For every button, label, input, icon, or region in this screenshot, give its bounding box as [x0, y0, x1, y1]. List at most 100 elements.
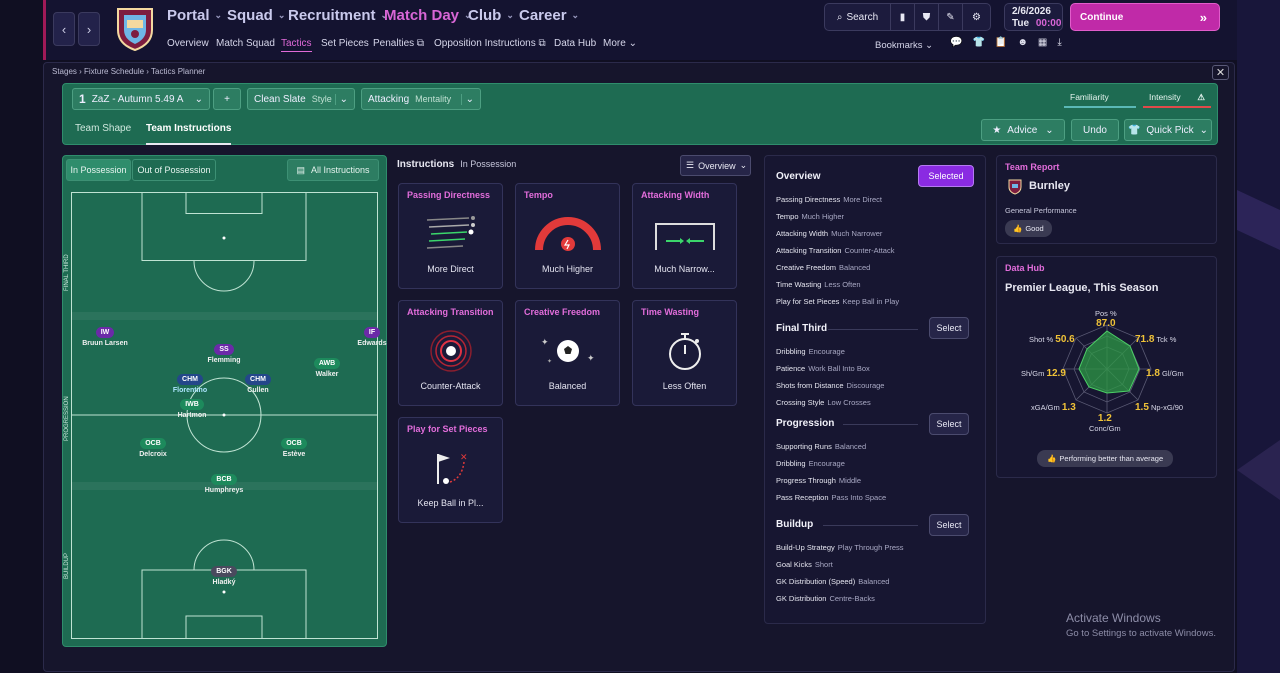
all-instructions-button[interactable]: ▤ All Instructions [287, 159, 379, 181]
overview-line: Tempo Much Higher [776, 212, 844, 221]
intensity-meter[interactable]: Intensity ⚠ [1143, 89, 1211, 108]
player-marker[interactable]: AWB Walker [292, 352, 362, 378]
ov-key: Time Wasting [776, 280, 822, 289]
nav-match-day[interactable]: Match Day ⌄ [384, 7, 472, 24]
ov-value: Play Through Press [837, 543, 904, 552]
buildup-heading: Buildup [776, 519, 814, 530]
chevron-down-icon: ⌄ [1199, 124, 1209, 136]
player-name: Edwards [357, 340, 387, 347]
subnav-match-squad[interactable]: Match Squad [216, 38, 275, 49]
subnav-overview[interactable]: Overview [167, 38, 209, 49]
bookmark-button[interactable]: ▮ [891, 4, 915, 30]
role-badge: BGK [211, 566, 237, 577]
nav-recruitment-label: Recruitment [288, 7, 376, 24]
undo-button[interactable]: Undo [1071, 119, 1119, 141]
subnav-more[interactable]: More ⌄ [603, 38, 637, 49]
player-marker[interactable]: CHM Florentino [155, 368, 225, 394]
stat-sh: Sh/Gm 12.9 [1021, 368, 1066, 379]
add-tactic-button[interactable]: + [213, 88, 241, 110]
player-marker[interactable]: SS Flemming [189, 338, 259, 364]
nav-recruitment[interactable]: Recruitment ⌄ [288, 7, 388, 24]
chat-icon[interactable]: 💬 [950, 37, 962, 48]
tab-team-shape[interactable]: Team Shape [75, 123, 131, 134]
subnav-penalties[interactable]: Penalties ⧉ [373, 38, 424, 49]
instruction-card-attacking-transition[interactable]: Attacking Transition Counter-Attack [398, 300, 503, 406]
tab-out-of-possession[interactable]: Out of Possession [132, 159, 216, 181]
player-marker[interactable]: BGK Hladký [189, 560, 259, 586]
buildup-select-button[interactable]: Select [929, 514, 969, 536]
data-hub-panel[interactable]: Data Hub Premier League, This Season Pos… [996, 256, 1217, 478]
subnav-data-hub[interactable]: Data Hub [554, 38, 596, 49]
continue-button[interactable]: Continue » [1070, 3, 1220, 31]
edit-button[interactable]: ✎ [939, 4, 963, 30]
list-icon: ☰ [686, 160, 695, 170]
club-crest-icon[interactable] [115, 6, 155, 52]
shield-button[interactable]: ⛊ [915, 4, 939, 30]
overview-line: Dribbling Encourage [776, 347, 845, 356]
card-title: Creative Freedom [524, 307, 601, 317]
back-button[interactable]: ‹ [53, 12, 75, 46]
search-button[interactable]: ⌕ Search [825, 4, 891, 30]
player-marker[interactable]: IW Bruun Larsen [70, 321, 140, 347]
instruction-card-play-for-set-pieces[interactable]: Play for Set Pieces ✕ Keep Ball in Pl... [398, 417, 503, 523]
stat-tck: 71.8 Tck % [1135, 334, 1176, 345]
mentality-select[interactable]: Attacking Mentality ⌄ [361, 88, 481, 110]
date-display[interactable]: 2/6/2026 Tue 00:00 [1004, 3, 1063, 31]
player-marker[interactable]: BCB Humphreys [189, 468, 259, 494]
breadcrumb-stages[interactable]: Stages [52, 67, 77, 76]
close-button[interactable]: ✕ [1212, 65, 1229, 80]
subnav-opposition-instructions[interactable]: Opposition Instructions ⧉ [434, 38, 546, 49]
instruction-card-attacking-width[interactable]: Attacking Width Much Narrow... [632, 183, 737, 289]
quick-pick-button[interactable]: 👕 Quick Pick ⌄ [1124, 119, 1212, 141]
clipboard-icon[interactable]: 📋 [995, 37, 1007, 48]
shirt-icon[interactable]: 👕 [972, 37, 984, 48]
nav-portal[interactable]: Portal ⌄ [167, 7, 222, 24]
settings-button[interactable]: ⚙ [963, 4, 990, 30]
svg-text:✕: ✕ [460, 453, 468, 463]
nav-career-label: Career [519, 7, 567, 24]
tactic-select[interactable]: 1 ZaZ - Autumn 5.49 A ⌄ [72, 88, 210, 110]
stat-label: Conc/Gm [1089, 424, 1121, 433]
nav-club[interactable]: Club ⌄ [468, 7, 514, 24]
role-badge: IW [95, 327, 115, 338]
subnav-penalties-label: Penalties [373, 38, 415, 49]
team-report-panel[interactable]: Team Report Burnley General Performance … [996, 155, 1217, 244]
forward-button[interactable]: › [78, 12, 100, 46]
progression-select-button[interactable]: Select [929, 413, 969, 435]
tab-team-instructions[interactable]: Team Instructions [146, 123, 232, 145]
people-icon[interactable]: ☻ [1017, 37, 1028, 48]
advice-button[interactable]: ★ Advice ⌄ [981, 119, 1065, 141]
bookmarks-menu[interactable]: Bookmarks ⌄ [875, 40, 933, 51]
selected-button[interactable]: Selected [918, 165, 974, 187]
nav-career[interactable]: Career ⌄ [519, 7, 579, 24]
player-marker[interactable]: CHM Cullen [223, 368, 293, 394]
nav-squad[interactable]: Squad ⌄ [227, 7, 285, 24]
calendar-icon[interactable]: ▦ [1038, 37, 1047, 48]
player-marker[interactable]: IWB Hartmon [157, 393, 227, 419]
advice-label: Advice [1007, 124, 1038, 136]
subnav-set-pieces[interactable]: Set Pieces [321, 38, 369, 49]
football-sparkle-icon: ✦ ✦ ✦ [516, 323, 619, 378]
ov-key: Passing Directness [776, 195, 841, 204]
view-select[interactable]: ☰ Overview ⌄ [680, 155, 751, 176]
final-third-select-button[interactable]: Select [929, 317, 969, 339]
instruction-card-passing-directness[interactable]: Passing Directness More Direct [398, 183, 503, 289]
familiarity-meter[interactable]: Familiarity [1064, 89, 1136, 108]
breadcrumb-fixture-schedule[interactable]: Fixture Schedule [84, 67, 144, 76]
tab-in-possession[interactable]: In Possession [66, 159, 131, 181]
download-icon[interactable]: ⤓ [1057, 37, 1061, 48]
instruction-card-tempo[interactable]: Tempo Much Higher [515, 183, 620, 289]
search-icon: ⌕ [836, 11, 843, 23]
card-title: Tempo [524, 190, 553, 200]
breadcrumb: Stages › Fixture Schedule › Tactics Plan… [52, 67, 206, 76]
instruction-card-time-wasting[interactable]: Time Wasting Less Often [632, 300, 737, 406]
card-value: Much Higher [541, 264, 594, 274]
player-marker[interactable]: OCB Delcroix [118, 432, 188, 458]
subnav-tactics[interactable]: Tactics [281, 38, 312, 52]
player-marker[interactable]: IF Edwards [337, 321, 407, 347]
player-marker[interactable]: OCB Estève [259, 432, 329, 458]
style-select[interactable]: Clean Slate Style ⌄ [247, 88, 355, 110]
stat-gl: 1.8 Gl/Gm [1146, 368, 1184, 379]
instruction-card-creative-freedom[interactable]: Creative Freedom ✦ ✦ ✦ Balanced [515, 300, 620, 406]
overview-title: Overview [776, 171, 821, 182]
